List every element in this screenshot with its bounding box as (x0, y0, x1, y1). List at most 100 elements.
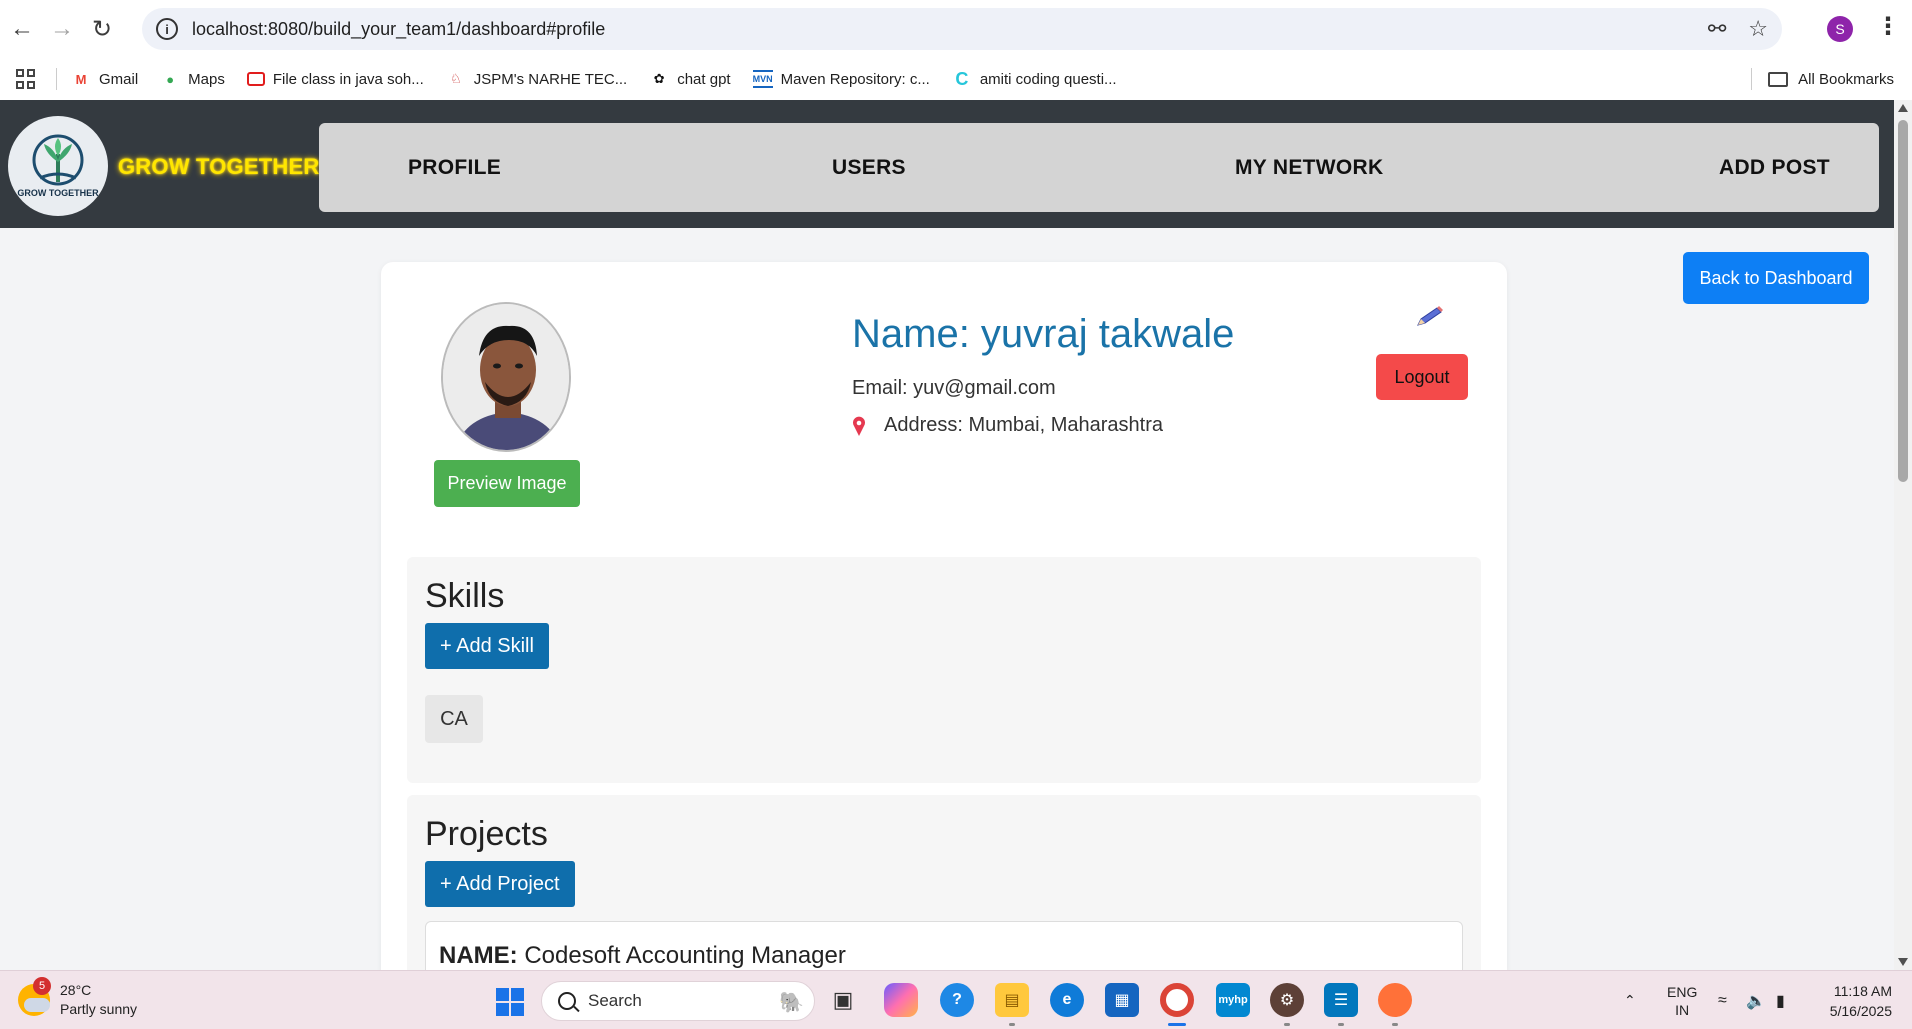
weather-widget[interactable]: 5 28°C Partly sunny (18, 977, 138, 1019)
weather-condition: Partly sunny (60, 1001, 138, 1017)
back-arrow-icon[interactable]: ← (2, 9, 42, 49)
skills-section: Skills + Add Skill CA (407, 557, 1481, 783)
file-explorer-icon[interactable]: ▤ (995, 983, 1029, 1017)
task-view-icon[interactable]: ▣ (826, 983, 860, 1017)
scrollbar-thumb[interactable] (1898, 120, 1908, 482)
browser-chrome: ← → ↻ i localhost:8080/build_your_team1/… (0, 0, 1912, 100)
language: ENG (1667, 983, 1698, 1000)
bookmark-label: JSPM's NARHE TEC... (473, 70, 628, 88)
taskbar: 5 28°C Partly sunny Search 🐘 ▣ ? ▤ e ▦ m… (0, 970, 1912, 1029)
reload-icon[interactable]: ↻ (82, 9, 122, 49)
nav-my-network[interactable]: MY NETWORK (1235, 123, 1383, 212)
clock-time: 11:18 AM (1833, 983, 1892, 999)
myhp-icon[interactable]: myhp (1216, 983, 1250, 1017)
folder-icon (1768, 71, 1789, 87)
menu-kebab-icon[interactable]: ⋮ (1876, 12, 1900, 41)
project-name-value: Codesoft Accounting Manager (524, 942, 846, 969)
maven-icon: MVN (752, 70, 773, 88)
forward-arrow-icon[interactable]: → (42, 9, 82, 49)
grow-together-logo[interactable]: GROW TOGETHER (8, 116, 108, 216)
gmail-icon: M (75, 71, 87, 87)
projects-section: Projects + Add Project NAME: Codesoft Ac… (407, 795, 1481, 970)
bookmark-jspm[interactable]: ♘ JSPM's NARHE TEC... (446, 70, 627, 88)
notepad-icon[interactable]: ☰ (1324, 983, 1358, 1017)
preview-image-button[interactable]: Preview Image (434, 460, 580, 507)
apps-grid-icon[interactable] (16, 69, 36, 89)
address-text: Address: Mumbai, Maharashtra (884, 414, 1164, 436)
bookmark-amiti[interactable]: C amiti coding questi... (952, 69, 1116, 89)
system-clock[interactable]: 11:18 AM 5/16/2025 (1830, 981, 1892, 1021)
weather-badge: 5 (33, 977, 51, 995)
back-to-dashboard-button[interactable]: Back to Dashboard (1683, 252, 1869, 304)
tray-chevron-icon[interactable]: ⌃ (1624, 971, 1636, 1029)
bookmark-maps[interactable]: ● Maps (160, 70, 225, 88)
nav-add-post[interactable]: ADD POST (1719, 123, 1830, 212)
nav-profile[interactable]: PROFILE (408, 123, 501, 212)
windows-start-icon[interactable] (496, 988, 524, 1016)
bookmark-file-class[interactable]: File class in java soh... (246, 71, 424, 88)
tree-logo-icon (32, 134, 84, 186)
nav-users[interactable]: USERS (832, 123, 906, 212)
running-indicator (1392, 1023, 1398, 1026)
active-app-indicator (1168, 1023, 1186, 1026)
clock-date: 5/16/2025 (1829, 1003, 1892, 1019)
project-name-label: NAME: (439, 942, 518, 969)
add-skill-button[interactable]: + Add Skill (425, 623, 549, 669)
address-bar[interactable]: i localhost:8080/build_your_team1/dashbo… (142, 8, 1782, 50)
logout-button[interactable]: Logout (1376, 354, 1468, 400)
profile-address: Address: Mumbai, Maharashtra (852, 414, 1163, 437)
help-icon[interactable]: ? (940, 983, 974, 1017)
bookmark-maven[interactable]: MVN Maven Repository: c... (752, 70, 930, 88)
microsoft-store-icon[interactable]: ▦ (1105, 983, 1139, 1017)
search-highlight-icon: 🐘 (779, 992, 804, 1014)
oracle-icon (246, 72, 265, 86)
bookmark-label: Gmail (99, 70, 139, 88)
settings-gear-icon[interactable]: ⚙ (1270, 983, 1304, 1017)
password-key-icon[interactable]: ⚯ (1708, 16, 1726, 42)
bookmark-chatgpt[interactable]: ✿ chat gpt (649, 70, 731, 88)
url-text[interactable]: localhost:8080/build_your_team1/dashboar… (192, 19, 605, 40)
volume-icon[interactable]: 🔈 (1746, 971, 1766, 1029)
main-nav: PROFILE USERS MY NETWORK ADD POST (319, 123, 1879, 212)
add-project-button[interactable]: + Add Project (425, 861, 575, 907)
scroll-up-arrow-icon[interactable] (1898, 104, 1908, 112)
bookmark-gmail[interactable]: M Gmail (71, 70, 139, 88)
running-indicator (1009, 1023, 1015, 1026)
bookmarks-separator (56, 68, 57, 90)
profile-name: Name: yuvraj takwale (852, 312, 1235, 356)
bookmark-star-icon[interactable]: ☆ (1748, 16, 1768, 42)
temperature: 28°C (60, 982, 92, 998)
skill-chip: CA (425, 695, 483, 743)
wifi-icon[interactable]: ≈ (1718, 971, 1727, 1029)
profile-avatar[interactable]: S (1827, 16, 1853, 42)
all-bookmarks-label: All Bookmarks (1798, 70, 1894, 88)
edge-icon[interactable]: e (1050, 983, 1084, 1017)
avatar[interactable] (441, 302, 571, 452)
language-indicator[interactable]: ENG IN (1667, 971, 1697, 1029)
running-indicator (1284, 1023, 1290, 1026)
scroll-down-arrow-icon[interactable] (1898, 958, 1908, 966)
copilot-icon[interactable] (884, 983, 918, 1017)
taskbar-search[interactable]: Search 🐘 (541, 981, 815, 1021)
bookmark-label: chat gpt (677, 70, 731, 88)
chatgpt-icon: ✿ (653, 71, 665, 86)
bookmark-label: Maven Repository: c... (780, 70, 930, 88)
site-info-icon[interactable]: i (156, 18, 178, 40)
battery-icon[interactable]: ▮ (1776, 971, 1785, 1029)
all-bookmarks[interactable]: All Bookmarks (1768, 58, 1894, 100)
profile-card: Preview Image Name: yuvraj takwale Email… (381, 262, 1507, 970)
page-viewport: GROW TOGETHER GROW TOGETHER PROFILE USER… (0, 100, 1894, 970)
region: IN (1675, 1001, 1690, 1018)
brand-title: GROW TOGETHER (118, 154, 320, 179)
location-pin-icon (853, 416, 865, 436)
jspm-icon: ♘ (449, 71, 462, 86)
logo-text: GROW TOGETHER (17, 188, 99, 198)
firefox-icon[interactable] (1378, 983, 1412, 1017)
projects-heading: Projects (425, 815, 548, 853)
running-indicator (1338, 1023, 1344, 1026)
pencil-edit-icon[interactable] (1415, 304, 1445, 328)
chrome-icon[interactable] (1160, 983, 1194, 1017)
maps-icon: ● (166, 71, 175, 87)
page-scrollbar[interactable] (1894, 100, 1912, 970)
bookmarks-bar: M Gmail ● Maps File class in java soh...… (0, 58, 1912, 100)
